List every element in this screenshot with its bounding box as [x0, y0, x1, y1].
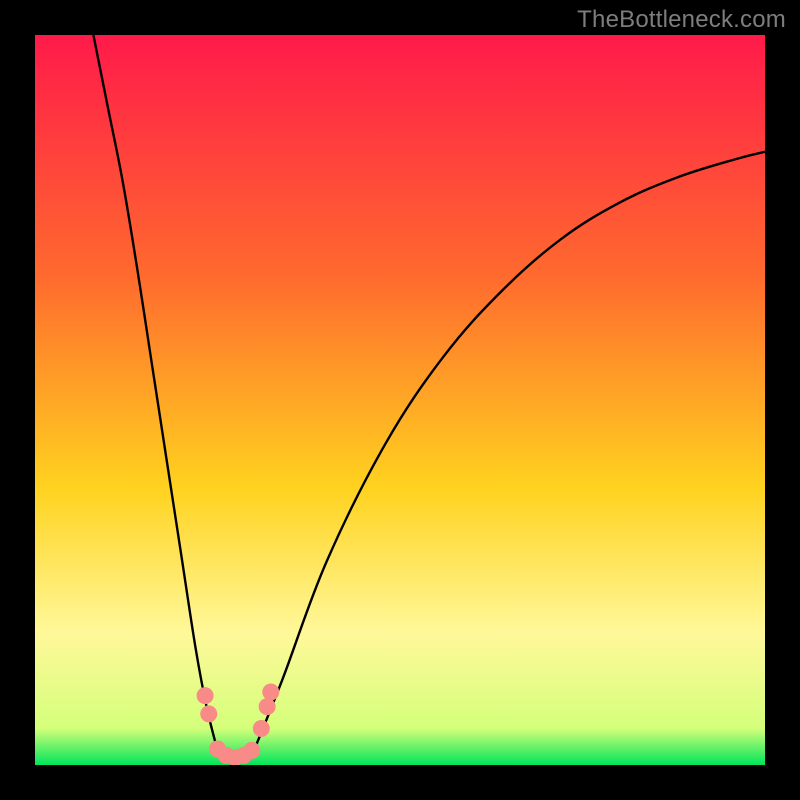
chart-frame: TheBottleneck.com	[0, 0, 800, 800]
plot-area	[35, 35, 765, 765]
bottleneck-chart	[35, 35, 765, 765]
curve-marker	[262, 684, 279, 701]
curve-marker	[200, 705, 217, 722]
curve-marker	[259, 698, 276, 715]
curve-marker	[253, 720, 270, 737]
curve-marker	[197, 687, 214, 704]
watermark-text: TheBottleneck.com	[577, 6, 786, 34]
curve-marker	[243, 742, 260, 759]
gradient-background	[35, 35, 765, 765]
